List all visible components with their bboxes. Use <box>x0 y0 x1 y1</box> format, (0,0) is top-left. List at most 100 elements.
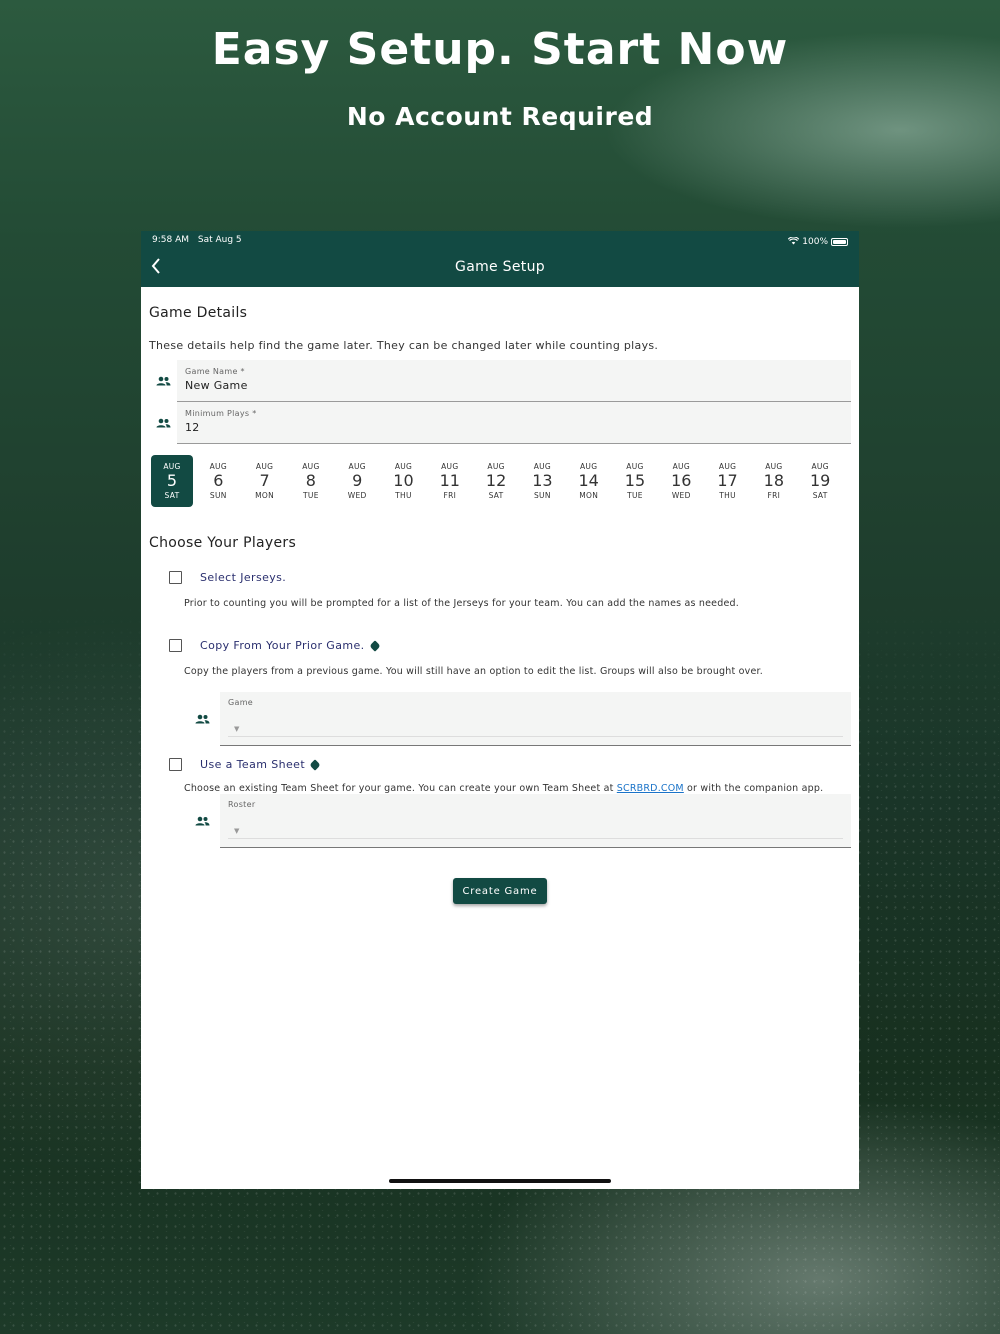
team-sheet-checkbox[interactable] <box>169 758 182 771</box>
hero-title: Easy Setup. Start Now <box>211 24 789 75</box>
date-month: AUG <box>209 462 227 471</box>
date-month: AUG <box>765 462 783 471</box>
game-select[interactable]: Game ▼ <box>220 692 851 746</box>
date-option[interactable]: AUG 17 THU <box>707 455 749 507</box>
date-day: 5 <box>166 471 178 490</box>
date-weekday: FRI <box>443 491 457 500</box>
tag-icon <box>309 758 321 771</box>
date-option[interactable]: AUG 12 SAT <box>475 455 517 507</box>
date-month: AUG <box>394 462 413 471</box>
date-weekday: SAT <box>812 491 828 500</box>
date-weekday: SAT <box>488 491 504 500</box>
copy-prior-game-label[interactable]: Copy From Your Prior Game. <box>200 639 365 652</box>
date-day: 16 <box>671 471 692 490</box>
date-weekday: WED <box>347 491 367 500</box>
date-month: AUG <box>626 462 644 471</box>
date-weekday: MON <box>255 491 275 500</box>
date-day: 17 <box>717 471 738 490</box>
date-month: AUG <box>348 462 366 471</box>
date-day: 18 <box>763 471 785 490</box>
copy-prior-game-checkbox[interactable] <box>169 639 182 652</box>
date-month: AUG <box>441 462 459 471</box>
minimum-plays-value: 12 <box>185 421 200 434</box>
minimum-plays-label: Minimum Plays * <box>185 409 257 418</box>
date-option[interactable]: AUG 18 FRI <box>753 455 795 507</box>
date-option[interactable]: AUG 8 TUE <box>290 455 332 507</box>
setup-form: Game Details These details help find the… <box>141 305 859 904</box>
scrbrd-link[interactable]: SCRBRD.COM <box>617 783 684 794</box>
date-day: 6 <box>213 471 224 490</box>
hero-subtitle: No Account Required <box>346 102 654 131</box>
date-picker: AUG 5 SAT AUG 6 SUN AUG 7 MON AUG 8 TUE AUG 9 WED … <box>151 455 851 507</box>
page-title: Game Setup <box>455 259 545 275</box>
date-option[interactable]: AUG 13 SUN <box>521 455 563 507</box>
game-details-helper: These details help find the game later. … <box>149 339 659 352</box>
date-option[interactable]: AUG 19 SAT <box>799 455 841 507</box>
home-indicator <box>389 1179 611 1183</box>
date-day: 14 <box>578 471 599 490</box>
date-option[interactable]: AUG 5 SAT <box>151 455 193 507</box>
date-month: AUG <box>487 462 505 471</box>
date-day: 19 <box>809 471 831 490</box>
app-bar: 9:58 AM Sat Aug 5 100% Game Setup <box>141 231 859 287</box>
date-option[interactable]: AUG 15 TUE <box>614 455 656 507</box>
battery-icon <box>831 238 848 246</box>
date-weekday: TUE <box>627 491 643 500</box>
date-weekday: THU <box>395 491 412 500</box>
date-option[interactable]: AUG 7 MON <box>244 455 286 507</box>
date-month: AUG <box>302 462 320 471</box>
tag-icon <box>368 639 381 652</box>
roster-select-label: Roster <box>228 800 256 809</box>
device-screen: 9:58 AM Sat Aug 5 100% Game Setup Game D… <box>141 231 859 1189</box>
status-bar: 9:58 AM Sat Aug 5 100% <box>141 231 859 249</box>
date-weekday: SUN <box>209 491 227 500</box>
date-month: AUG <box>163 462 181 471</box>
people-icon <box>149 360 177 402</box>
game-name-field[interactable]: Game Name * New Game <box>177 360 851 402</box>
date-option[interactable]: AUG 11 FRI <box>429 455 471 507</box>
date-day: 8 <box>305 471 316 490</box>
minimum-plays-field[interactable]: Minimum Plays * 12 <box>177 402 851 444</box>
date-month: AUG <box>811 462 829 471</box>
select-jerseys-description: Prior to counting you will be prompted f… <box>184 598 739 609</box>
date-day: 13 <box>532 471 553 490</box>
date-option[interactable]: AUG 10 THU <box>382 455 424 507</box>
select-jerseys-checkbox[interactable] <box>169 571 182 584</box>
game-select-label: Game <box>228 698 254 707</box>
date-weekday: TUE <box>303 491 319 500</box>
date-weekday: WED <box>671 491 691 500</box>
date-weekday: SUN <box>533 491 551 500</box>
team-sheet-label[interactable]: Use a Team Sheet <box>200 758 305 771</box>
date-day: 12 <box>485 471 507 490</box>
select-jerseys-label[interactable]: Select Jerseys. <box>200 571 286 584</box>
date-option[interactable]: AUG 14 MON <box>568 455 610 507</box>
date-day: 9 <box>352 471 363 490</box>
people-icon <box>184 692 220 746</box>
game-name-label: Game Name * <box>185 367 245 376</box>
game-name-value: New Game <box>185 379 248 392</box>
status-time: 9:58 AM <box>152 235 189 245</box>
date-day: 10 <box>393 471 414 490</box>
roster-select[interactable]: Roster ▼ <box>220 794 851 848</box>
date-month: AUG <box>255 462 274 471</box>
choose-players-title: Choose Your Players <box>149 535 297 551</box>
date-month: AUG <box>533 462 552 471</box>
team-sheet-description: Choose an existing Team Sheet for your g… <box>184 783 824 794</box>
date-day: 15 <box>624 471 646 490</box>
people-icon <box>149 402 177 444</box>
dropdown-arrow-icon: ▼ <box>234 827 240 835</box>
wifi-icon <box>788 235 800 248</box>
date-option[interactable]: AUG 16 WED <box>660 455 702 507</box>
people-icon <box>184 794 220 848</box>
date-option[interactable]: AUG 9 WED <box>336 455 378 507</box>
game-details-title: Game Details <box>149 305 248 321</box>
date-weekday: FRI <box>767 491 781 500</box>
date-month: AUG <box>672 462 690 471</box>
create-game-button[interactable]: Create Game <box>453 878 547 904</box>
date-option[interactable]: AUG 6 SUN <box>197 455 239 507</box>
date-weekday: MON <box>579 491 599 500</box>
date-day: 11 <box>439 471 460 490</box>
copy-prior-game-description: Copy the players from a previous game. Y… <box>184 666 763 677</box>
battery-percent: 100% <box>802 237 828 247</box>
status-date: Sat Aug 5 <box>197 235 242 245</box>
